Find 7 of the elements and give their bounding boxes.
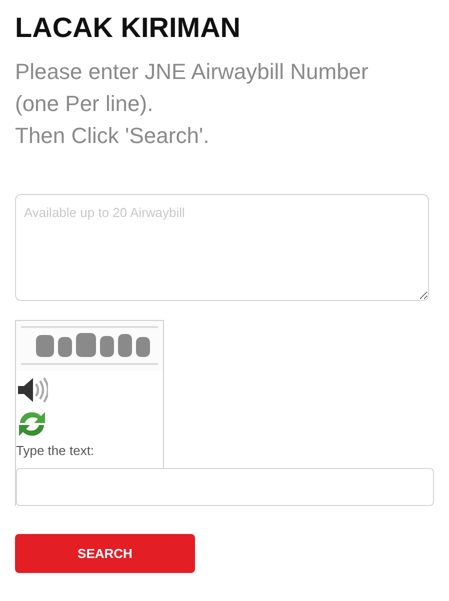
speaker-icon[interactable] — [16, 375, 48, 405]
captcha-input-field[interactable] — [16, 468, 434, 506]
search-button[interactable]: SEARCH — [15, 534, 195, 573]
instruction-text: Please enter JNE Airwaybill Number (one Per line). — [15, 58, 370, 118]
captcha-prompt: Type the text: — [16, 442, 94, 460]
page-title: LACAK KIRIMAN — [15, 11, 242, 45]
instruction-text: Then Click 'Search'. — [15, 122, 210, 150]
